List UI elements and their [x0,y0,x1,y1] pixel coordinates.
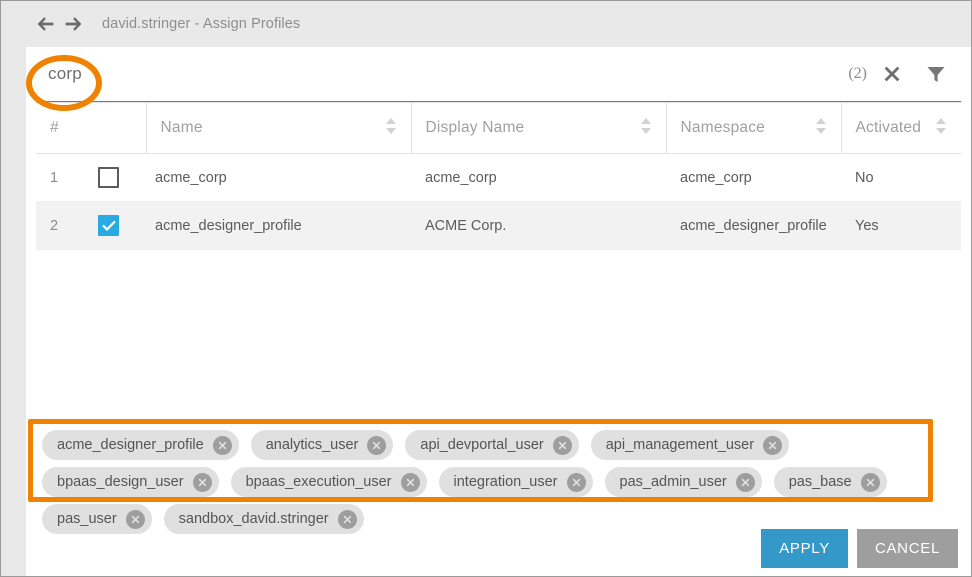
profile-chip: api_management_user [591,430,789,460]
profile-chip: acme_designer_profile [42,430,239,460]
column-header-index: # [36,103,146,154]
row-activated: Yes [841,202,961,250]
row-namespace: acme_designer_profile [666,202,841,250]
profile-chip: api_devportal_user [405,430,578,460]
row-activated: No [841,154,961,202]
table-header: # Name [36,103,961,154]
assign-profiles-dialog: david.stringer - Assign Profiles (2) [0,0,972,577]
profile-chip-label: pas_admin_user [620,474,727,490]
remove-chip-icon[interactable] [193,473,212,492]
profile-chip-label: integration_user [454,474,558,490]
remove-chip-icon[interactable] [553,436,572,455]
profile-chip: sandbox_david.stringer [164,504,364,534]
profile-chip-label: analytics_user [266,437,359,453]
row-display-name: ACME Corp. [411,202,666,250]
row-name: acme_designer_profile [155,218,302,234]
profile-chip-label: pas_user [57,511,117,527]
table-header-row: # Name [36,103,961,154]
funnel-filter-icon[interactable] [921,59,951,89]
sort-arrows-icon[interactable] [815,117,827,140]
row-checkbox[interactable] [98,167,119,188]
profile-chip-label: acme_designer_profile [57,437,204,453]
dialog-card: (2) [26,47,971,576]
row-name: acme_corp [155,170,227,186]
row-display-name: acme_corp [411,154,666,202]
remove-chip-icon[interactable] [736,473,755,492]
profile-chip: bpaas_design_user [42,467,219,497]
profiles-table: # Name [36,102,961,250]
column-label: Display Name [426,119,525,137]
profile-chip: pas_base [774,467,887,497]
row-name-cell: acme_corp [146,154,411,202]
remove-chip-icon[interactable] [367,436,386,455]
profile-chip-label: bpaas_design_user [57,474,184,490]
column-header-name[interactable]: Name [146,103,411,154]
remove-chip-icon[interactable] [567,473,586,492]
row-checkbox[interactable] [98,215,119,236]
search-input[interactable] [36,64,848,84]
profile-chip: pas_admin_user [605,467,762,497]
column-label: Name [161,119,203,137]
column-header-namespace[interactable]: Namespace [666,103,841,154]
cancel-button[interactable]: CANCEL [857,529,958,568]
arrow-left-icon[interactable] [34,13,56,35]
breadcrumb: david.stringer - Assign Profiles [102,16,300,32]
remove-chip-icon[interactable] [763,436,782,455]
profile-chip: integration_user [439,467,593,497]
table-row[interactable]: 2 acme_designer_profile ACME Corp. [36,202,961,250]
profile-chip-label: api_management_user [606,437,754,453]
window-topbar: david.stringer - Assign Profiles [1,1,971,47]
column-header-activated[interactable]: Activated [841,103,961,154]
arrow-right-icon[interactable] [62,13,84,35]
assigned-profiles-chip-list: acme_designer_profile analytics_user api_d… [36,427,926,537]
table-row[interactable]: 1 acme_corp acme_corp acme_corp [36,154,961,202]
remove-chip-icon[interactable] [401,473,420,492]
table-body: 1 acme_corp acme_corp acme_corp [36,154,961,250]
column-label: Activated [856,119,922,137]
profile-chip-label: pas_base [789,474,852,490]
profile-chip-label: api_devportal_user [420,437,543,453]
column-label: # [50,119,59,137]
sort-arrows-icon[interactable] [640,117,652,140]
sort-arrows-icon[interactable] [935,117,947,140]
dialog-footer: APPLY CANCEL [761,529,958,568]
close-x-icon[interactable] [879,61,905,87]
column-label: Namespace [681,119,766,137]
remove-chip-icon[interactable] [338,510,357,529]
profile-chip-label: bpaas_execution_user [246,474,392,490]
profile-chip: pas_user [42,504,152,534]
profile-chip-label: sandbox_david.stringer [179,511,329,527]
column-header-display-name[interactable]: Display Name [411,103,666,154]
profile-chip: bpaas_execution_user [231,467,427,497]
profile-chip: analytics_user [251,430,394,460]
search-result-count: (2) [848,65,867,83]
row-name-cell: acme_designer_profile [146,202,411,250]
search-row: (2) [36,47,961,102]
remove-chip-icon[interactable] [126,510,145,529]
apply-button[interactable]: APPLY [761,529,848,568]
sort-arrows-icon[interactable] [385,117,397,140]
remove-chip-icon[interactable] [213,436,232,455]
row-namespace: acme_corp [666,154,841,202]
remove-chip-icon[interactable] [861,473,880,492]
